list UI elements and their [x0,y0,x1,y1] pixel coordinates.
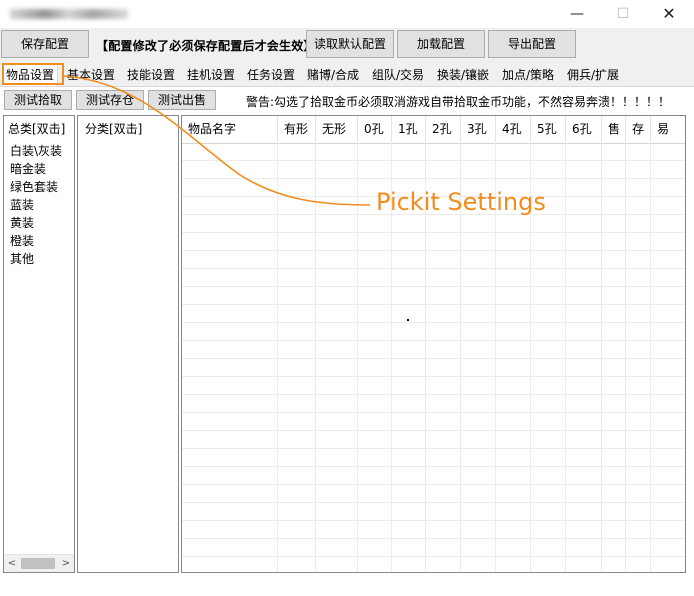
annotation-label: Pickit Settings [376,188,546,216]
main-window: · — ☐ ✕ 保存配置 【配置修改了必须保存配置后才会生效】 读取默认配置 加… [0,0,694,596]
annotation-arrow [61,75,371,206]
